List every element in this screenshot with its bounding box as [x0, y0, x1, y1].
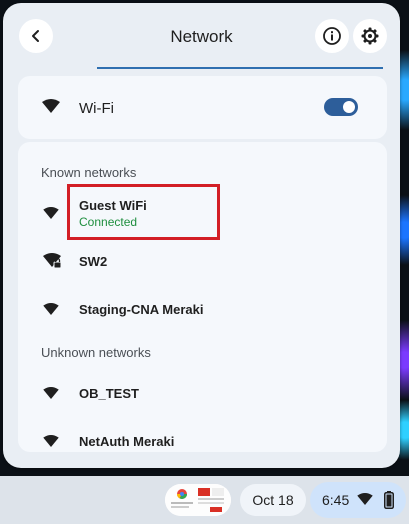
network-item-ob-test[interactable]: OB_TEST	[18, 372, 387, 416]
info-icon	[323, 27, 341, 45]
wifi-label: Wi-Fi	[79, 100, 114, 117]
wifi-icon	[43, 303, 59, 315]
clock: 6:45	[322, 492, 350, 508]
wifi-toggle-row[interactable]: Wi-Fi	[18, 76, 387, 139]
panel-header: Network	[3, 3, 400, 69]
battery-icon	[384, 491, 394, 509]
network-name: NetAuth Meraki	[79, 434, 175, 449]
network-item-sw2[interactable]: SW2	[18, 240, 387, 284]
wifi-status-icon	[357, 493, 373, 505]
wifi-icon	[43, 207, 59, 219]
network-name: SW2	[79, 254, 108, 269]
thumbnail-preview-icon	[165, 484, 231, 516]
network-panel: Network Wi-Fi Known networks Guest WiFi …	[3, 3, 400, 468]
header-divider	[97, 67, 383, 69]
annotation-highlight-box	[67, 184, 220, 240]
gear-icon	[361, 27, 379, 45]
network-name: OB_TEST	[79, 386, 139, 401]
network-item-netauth-meraki[interactable]: NetAuth Meraki	[18, 420, 387, 452]
settings-button[interactable]	[353, 19, 387, 53]
info-button[interactable]	[315, 19, 349, 53]
network-name: Staging-CNA Meraki	[79, 302, 204, 317]
network-list: Known networks Guest WiFi Connected SW2 …	[18, 142, 387, 452]
window-thumbnail[interactable]	[165, 484, 231, 516]
date-button[interactable]: Oct 18	[240, 484, 306, 516]
unknown-networks-heading: Unknown networks	[41, 345, 151, 360]
date-label: Oct 18	[252, 492, 294, 508]
wifi-icon	[42, 99, 60, 113]
toggle-knob	[343, 101, 355, 113]
wifi-icon	[43, 435, 59, 447]
known-networks-heading: Known networks	[41, 165, 137, 180]
wifi-icon	[43, 387, 59, 399]
status-area-button[interactable]: 6:45	[310, 482, 406, 518]
wifi-lock-icon	[43, 253, 62, 269]
network-item-staging-cna-meraki[interactable]: Staging-CNA Meraki	[18, 288, 387, 332]
wifi-toggle[interactable]	[324, 98, 358, 116]
